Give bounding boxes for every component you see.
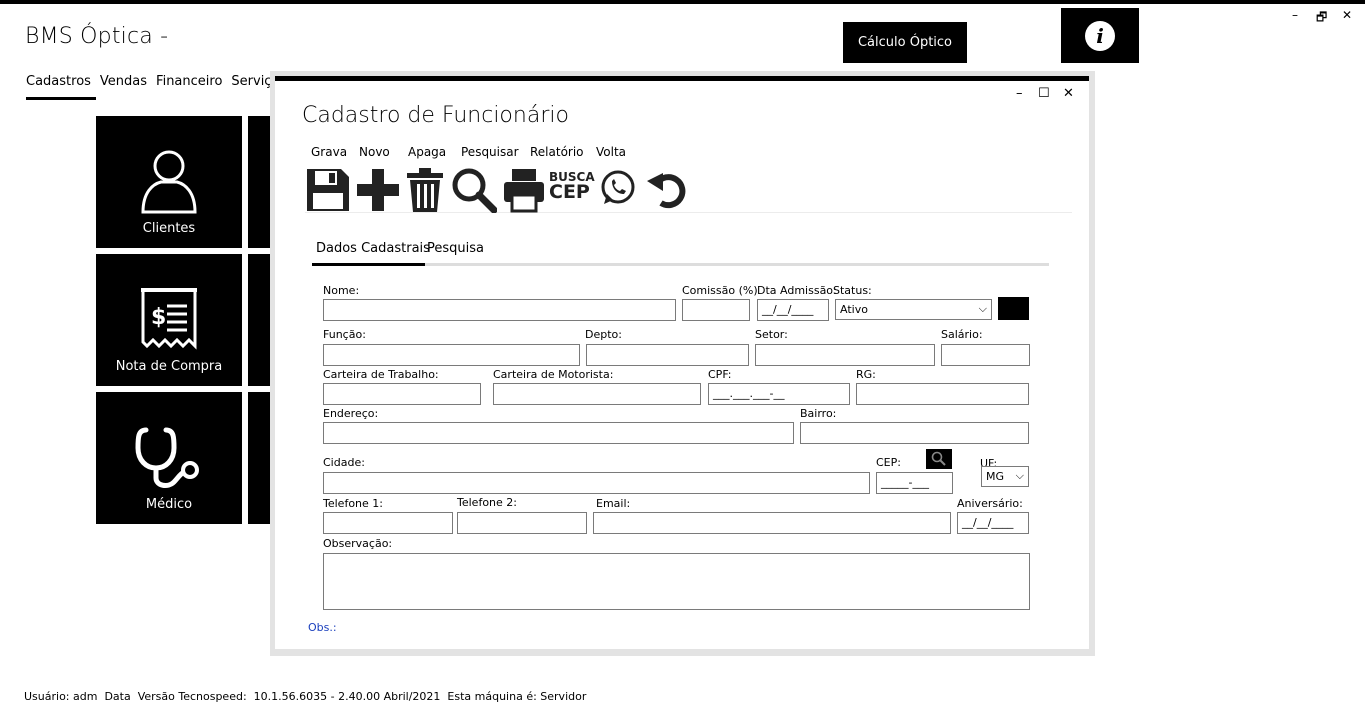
bairro-label: Bairro:: [800, 407, 837, 420]
dta-admissao-field[interactable]: __/__/____: [757, 299, 829, 321]
restore-button[interactable]: 🗗: [1316, 8, 1327, 29]
menu-volta[interactable]: Volta: [596, 145, 626, 159]
carteira-trabalho-field[interactable]: [323, 383, 481, 405]
cep-search-button[interactable]: [926, 449, 952, 469]
app-title: BMS Óptica -: [25, 24, 169, 49]
tab-dados-cadastrais[interactable]: Dados Cadastrais: [316, 241, 430, 256]
carteira-motorista-field[interactable]: [493, 383, 701, 405]
rg-field[interactable]: [856, 383, 1029, 405]
tile-nota-compra[interactable]: $ Nota de Compra: [96, 254, 242, 386]
status-color-swatch[interactable]: [998, 297, 1029, 320]
busca-cep-icon[interactable]: BUSCA CEP: [549, 171, 595, 202]
minimize-button[interactable]: –: [1292, 8, 1298, 22]
cadastro-funcionario-dialog: – ☐ ✕ Cadastro de Funcionário Grava Novo…: [275, 76, 1089, 649]
status-bar: Usuário: adm Data Versão Tecnospeed: 10.…: [24, 690, 587, 703]
close-button[interactable]: ✕: [1342, 8, 1352, 22]
info-icon: i: [1085, 20, 1115, 51]
setor-label: Setor:: [755, 328, 788, 341]
menu-cadastros[interactable]: Cadastros: [26, 74, 91, 89]
menu-pesquisar[interactable]: Pesquisar: [461, 145, 519, 159]
tile-label: Nota de Compra: [115, 359, 223, 374]
menu-apaga[interactable]: Apaga: [408, 145, 446, 159]
status-value: Ativo: [840, 303, 868, 316]
printer-icon[interactable]: [502, 167, 546, 217]
cep-label: CEP:: [876, 456, 901, 469]
menu-grava[interactable]: Grava: [311, 145, 347, 159]
status-label: Status:: [833, 284, 872, 297]
whatsapp-icon[interactable]: [599, 169, 637, 211]
bairro-field[interactable]: [800, 422, 1029, 444]
carteira-motorista-label: Carteira de Motorista:: [493, 368, 614, 381]
depto-label: Depto:: [585, 328, 622, 341]
funcao-field[interactable]: [323, 344, 580, 366]
telefone2-label: Telefone 2:: [457, 496, 517, 509]
observacao-label: Observação:: [323, 537, 393, 550]
tab-active-indicator: [312, 263, 425, 266]
status-select[interactable]: Ativo ⌵: [835, 299, 992, 320]
cpf-field[interactable]: ___.___.___-__: [708, 383, 850, 405]
cidade-field[interactable]: [323, 472, 870, 494]
menu-vendas[interactable]: Vendas: [100, 74, 147, 89]
uf-select[interactable]: MG ⌵: [981, 466, 1029, 487]
search-icon: [931, 451, 946, 466]
tile-clientes[interactable]: Clientes: [96, 116, 242, 248]
dialog-minimize-button[interactable]: –: [1016, 86, 1023, 101]
svg-text:$: $: [151, 305, 166, 330]
telefone1-field[interactable]: [323, 512, 453, 534]
undo-icon[interactable]: [645, 169, 689, 213]
menu-active-indicator: [26, 97, 96, 100]
dialog-maximize-button[interactable]: ☐: [1038, 86, 1050, 101]
aniversario-label: Aniversário:: [957, 497, 1023, 510]
calculo-optico-button[interactable]: Cálculo Óptico: [843, 22, 967, 63]
dialog-title: Cadastro de Funcionário: [302, 103, 569, 128]
nome-label: Nome:: [323, 284, 360, 297]
nome-field[interactable]: [323, 299, 676, 321]
cep-field[interactable]: _____-___: [876, 472, 953, 494]
tile-label: Médico: [145, 497, 193, 512]
menu-financeiro[interactable]: Financeiro: [156, 74, 222, 89]
uf-value: MG: [986, 470, 1005, 483]
funcao-label: Função:: [323, 328, 366, 341]
endereco-label: Endereço:: [323, 407, 379, 420]
dialog-toolbar: BUSCA CEP: [305, 165, 1072, 214]
dta-admissao-label: Dta Admissão:: [757, 284, 837, 297]
endereco-field[interactable]: [323, 422, 794, 444]
setor-field[interactable]: [755, 344, 935, 366]
chevron-down-icon: ⌵: [978, 302, 987, 315]
search-icon[interactable]: [451, 167, 498, 217]
chevron-down-icon: ⌵: [1015, 469, 1024, 482]
comissao-label: Comissão (%): [682, 284, 758, 297]
tab-pesquisa[interactable]: Pesquisa: [427, 241, 484, 256]
main-menu: Cadastros Vendas Financeiro Serviços: [26, 74, 295, 89]
obs-link[interactable]: Obs.:: [308, 621, 337, 634]
rg-label: RG:: [856, 368, 876, 381]
email-field[interactable]: [593, 512, 951, 534]
stethoscope-icon: [96, 426, 242, 490]
cpf-label: CPF:: [708, 368, 732, 381]
user-icon: [96, 146, 242, 216]
top-border: [0, 0, 1365, 4]
telefone1-label: Telefone 1:: [323, 497, 383, 510]
save-icon[interactable]: [305, 167, 351, 217]
comissao-field[interactable]: [682, 299, 750, 321]
plus-icon[interactable]: [355, 167, 401, 217]
aniversario-field[interactable]: __/__/____: [957, 512, 1029, 534]
menu-novo[interactable]: Novo: [359, 145, 390, 159]
tile-label: Clientes: [142, 221, 196, 236]
salario-field[interactable]: [941, 344, 1030, 366]
trash-icon[interactable]: [405, 167, 445, 217]
cep-label: CEP: [549, 181, 590, 203]
telefone2-field[interactable]: [457, 512, 587, 534]
carteira-trabalho-label: Carteira de Trabalho:: [323, 368, 439, 381]
depto-field[interactable]: [586, 344, 749, 366]
menu-relatorio[interactable]: Relatório: [530, 145, 584, 159]
tile-medico[interactable]: Médico: [96, 392, 242, 524]
receipt-icon: $: [96, 286, 242, 352]
observacao-textarea[interactable]: [323, 553, 1030, 610]
email-label: Email:: [596, 497, 631, 510]
cidade-label: Cidade:: [323, 456, 365, 469]
salario-label: Salário:: [941, 328, 983, 341]
info-button[interactable]: i: [1061, 8, 1139, 63]
dialog-close-button[interactable]: ✕: [1063, 86, 1074, 101]
